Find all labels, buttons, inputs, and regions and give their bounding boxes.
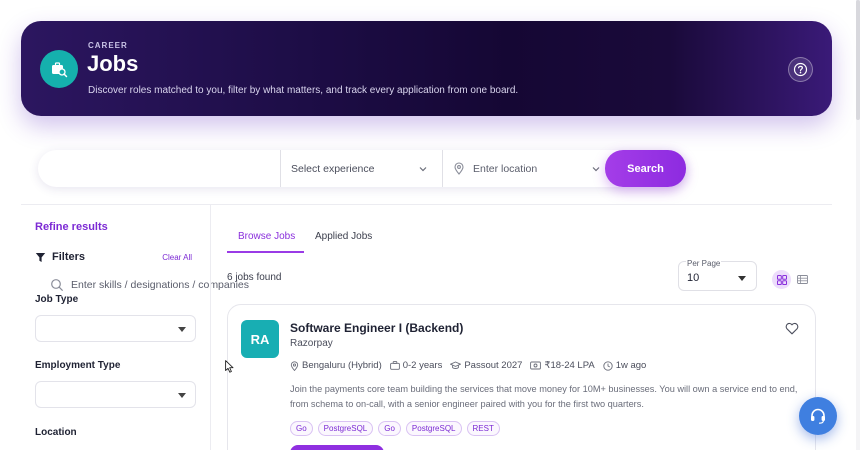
briefcase-icon [389,361,400,370]
filters-label: Filters [52,251,86,263]
tab-applied-jobs[interactable]: Applied Jobs [315,231,372,242]
per-page-label: Per Page [686,259,722,268]
search-icon [51,278,63,291]
chevron-down-icon [419,167,427,172]
employment-type-label: Employment Type [35,360,121,371]
per-page-value: 10 [687,272,700,284]
location-pin-icon [454,162,464,175]
skill-tags: Go PostgreSQL Go PostgreSQL REST [290,421,505,436]
skill-chip: REST [466,421,500,436]
job-passout: Passout 2027 [464,360,523,371]
location-input[interactable] [473,162,583,175]
search-divider [442,150,443,187]
content-divider [21,204,832,205]
skill-chip: Go [290,421,313,436]
hero-banner: CAREER Jobs Discover roles matched to yo… [21,21,832,116]
refine-results-heading: Refine results [35,221,108,233]
experience-select[interactable]: Select experience [291,150,431,187]
page-subtitle: Discover roles matched to you, filter by… [88,85,519,96]
meta-passout: Passout 2027 [450,360,522,371]
location-field[interactable] [453,150,603,187]
skill-chip: PostgreSQL [317,421,374,436]
page-title: Jobs [87,51,139,76]
page-scrollbar[interactable] [856,0,860,450]
filter-icon [35,253,46,262]
search-button[interactable]: Search [605,150,686,187]
meta-experience: 0-2 years [389,360,443,371]
per-page-select[interactable]: Per Page 10 [678,259,757,291]
caret-down-icon [178,327,186,332]
headset-icon [811,408,825,424]
meta-salary: ₹18-24 LPA [530,360,595,371]
job-meta: Bengaluru (Hybrid) 0-2 years Passout 202… [290,360,654,371]
job-type-select[interactable] [35,315,196,342]
filters-header: Filters Clear All [35,251,192,265]
grid-view-icon [776,274,787,285]
support-chat-button[interactable] [799,397,837,435]
skills-input[interactable] [71,278,251,291]
cash-icon [530,361,542,370]
skill-chip: Go [378,421,401,436]
experience-select-label: Select experience [291,162,375,175]
help-circle-icon [793,62,808,77]
meta-location: Bengaluru (Hybrid) [290,360,382,371]
job-card[interactable]: RA Software Engineer I (Backend) Razorpa… [227,304,816,450]
location-filter-label: Location [35,427,77,438]
job-type-label: Job Type [35,294,79,305]
meta-posted: 1w ago [603,360,647,371]
heart-icon[interactable] [785,322,799,335]
scrollbar-thumb[interactable] [856,0,860,120]
location-pin-icon [290,360,299,371]
job-location: Bengaluru (Hybrid) [302,360,382,371]
jobs-count: 6 jobs found [227,272,282,283]
list-view-icon [796,275,808,284]
sidebar-divider [210,205,211,450]
employment-type-select[interactable] [35,381,196,408]
chevron-down-icon [592,167,600,172]
mouse-cursor-icon [225,360,234,373]
company-logo: RA [241,320,279,358]
clear-all-link[interactable]: Clear All [162,253,192,262]
search-divider [280,150,281,187]
graduation-cap-icon [450,361,462,369]
job-title[interactable]: Software Engineer I (Backend) [290,321,463,335]
caret-down-icon [178,393,186,398]
grid-view-button[interactable] [772,270,791,289]
job-description: Join the payments core team building the… [290,384,798,409]
help-button[interactable] [788,57,813,82]
active-tab-indicator [227,251,304,253]
jobs-page: CAREER Jobs Discover roles matched to yo… [0,0,860,450]
job-posted: 1w ago [615,360,647,371]
tab-browse-jobs[interactable]: Browse Jobs [238,231,295,242]
hero-eyebrow: CAREER [88,41,128,50]
skill-chip: PostgreSQL [405,421,462,436]
apply-button[interactable] [290,445,384,450]
clock-icon [603,360,613,371]
job-salary: ₹18-24 LPA [544,360,595,371]
caret-down-icon [738,276,746,281]
job-experience: 0-2 years [402,360,443,371]
list-view-button[interactable] [795,271,809,288]
job-search-bar: Select experience Search [38,150,686,291]
briefcase-search-icon [40,50,78,88]
company-name: Razorpay [290,338,333,349]
